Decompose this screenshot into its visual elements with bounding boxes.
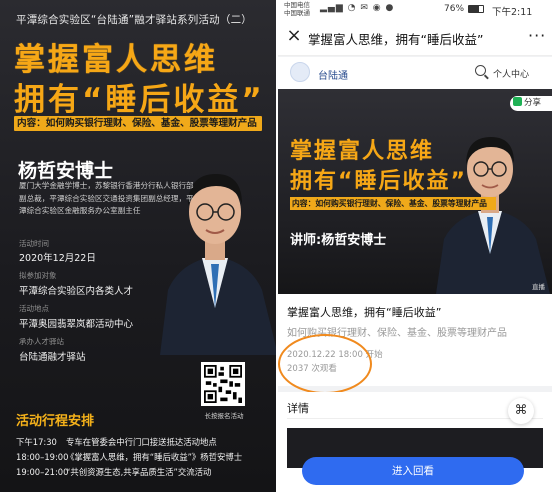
share-icon [513, 97, 522, 106]
phone-screen: 中国电信 中国联通 ▂▄▆ ◔ ✉ ◉ ● 76% 下午2:11 × 掌握富人思… [278, 0, 552, 492]
schedule-title: 活动行程安排 [16, 414, 95, 429]
app-name[interactable]: 台陆通 [318, 67, 348, 82]
video-content-bar: 内容：如何购买银行理财、保险、基金、股票等理财产品 [290, 197, 496, 210]
poster-series-title: 平潭综合实验区“台陆通”融才驿站系列活动（二） [16, 14, 252, 26]
target-value: 平潭综合实验区内各类人才 [19, 286, 134, 297]
app-header: 台陆通 个人中心 [278, 57, 552, 89]
schedule-time: 18:00–19:00 [16, 452, 69, 462]
nav-bar: × 掌握富人思维，拥有“睡后收益” ··· [278, 20, 552, 56]
carrier-2: 中国联通 [284, 9, 310, 17]
schedule-row: 19:00–21:00“共创资源生态,共享品质生活”交流活动 [16, 466, 211, 478]
schedule-time: 下午17:30 [16, 437, 57, 447]
share-label: 分享 [524, 98, 542, 108]
host-label: 承办人才驿站 [19, 337, 64, 346]
nav-title: 掌握富人思维，拥有“睡后收益” [308, 32, 484, 47]
schedule-text: 《掌握富人思维，拥有“睡后收益”》杨哲安博士 [66, 452, 243, 462]
poster-content-text: 内容：如何购买银行理财、保险、基金、股票等理财产品 [17, 118, 257, 129]
highlight-circle [278, 334, 372, 394]
speaker-photo [160, 174, 276, 355]
qr-caption: 长按报名活动 [204, 412, 244, 420]
schedule-row: 18:00–19:00《掌握富人思维，拥有“睡后收益”》杨哲安博士 [16, 451, 242, 463]
host-value: 台陆通融才驿站 [19, 352, 86, 363]
video-content-text: 内容：如何购买银行理财、保险、基金、股票等理财产品 [292, 199, 487, 208]
poster-content-bar: 内容：如何购买银行理财、保险、基金、股票等理财产品 [14, 116, 262, 131]
app-logo-icon[interactable] [290, 62, 310, 82]
carrier-1: 中国电信 [284, 1, 310, 9]
schedule-row: 下午17:30 专车在管委会中行门口接送抵达活动地点 [16, 436, 217, 448]
schedule-text: “共创资源生态,共享品质生活”交流活动 [66, 467, 212, 477]
close-icon[interactable]: × [284, 26, 304, 46]
status-bar: 中国电信 中国联通 ▂▄▆ ◔ ✉ ◉ ● 76% 下午2:11 [278, 0, 552, 20]
more-icon[interactable]: ··· [528, 26, 546, 45]
carrier-info: 中国电信 中国联通 [284, 1, 310, 17]
grid-menu-icon[interactable]: ⌘ [508, 398, 534, 424]
video-headline-2: 拥有“睡后收益” [290, 169, 467, 194]
battery-icon [468, 5, 484, 13]
detail-title[interactable]: 详情 [287, 400, 309, 416]
poster-headline-1: 掌握富人思维 [14, 42, 218, 78]
schedule-text: 专车在管委会中行门口接送抵达活动地点 [66, 437, 217, 447]
speaker-name: 杨哲安博士 [18, 160, 114, 182]
event-poster: 平潭综合实验区“台陆通”融才驿站系列活动（二） 掌握富人思维 拥有“睡后收益” … [0, 0, 276, 492]
time-label: 活动时间 [19, 239, 49, 248]
time-value: 2020年12月22日 [19, 253, 96, 264]
target-label: 拟参加对象 [19, 271, 57, 280]
video-player[interactable]: 分享 掌握富人思维 拥有“睡后收益” 内容：如何购买银行理财、保险、基金、股票等… [278, 89, 552, 294]
schedule-time: 19:00–21:00 [16, 467, 69, 477]
live-tag: 直播 [532, 283, 545, 291]
video-lecturer: 讲师:杨哲安博士 [290, 233, 387, 248]
user-center-link[interactable]: 个人中心 [493, 67, 529, 80]
search-icon[interactable] [475, 65, 486, 76]
detail-divider [287, 418, 543, 419]
share-button[interactable]: 分享 [510, 96, 552, 111]
signal-icon: ▂▄▆ ◔ ✉ ◉ ● [320, 3, 395, 13]
battery-percent: 76% [444, 4, 465, 14]
course-title: 掌握富人思维，拥有“睡后收益” [287, 306, 442, 319]
speaker-bio: 厦门大学金融学博士，苏黎银行香港分行私人银行部副总裁，平潭综合实验区交通投资集团… [19, 181, 194, 215]
location-value: 平潭奥园翡翠岚都活动中心 [19, 319, 134, 330]
detail-section: 详情 ⌘ 进入回看 [278, 392, 552, 492]
video-headline-1: 掌握富人思维 [290, 139, 435, 164]
enter-replay-button[interactable]: 进入回看 [302, 457, 524, 485]
clock: 下午2:11 [492, 7, 533, 18]
qr-code-icon[interactable] [201, 362, 245, 406]
location-label: 活动地点 [19, 304, 49, 313]
poster-headline-2: 拥有“睡后收益” [14, 82, 265, 118]
